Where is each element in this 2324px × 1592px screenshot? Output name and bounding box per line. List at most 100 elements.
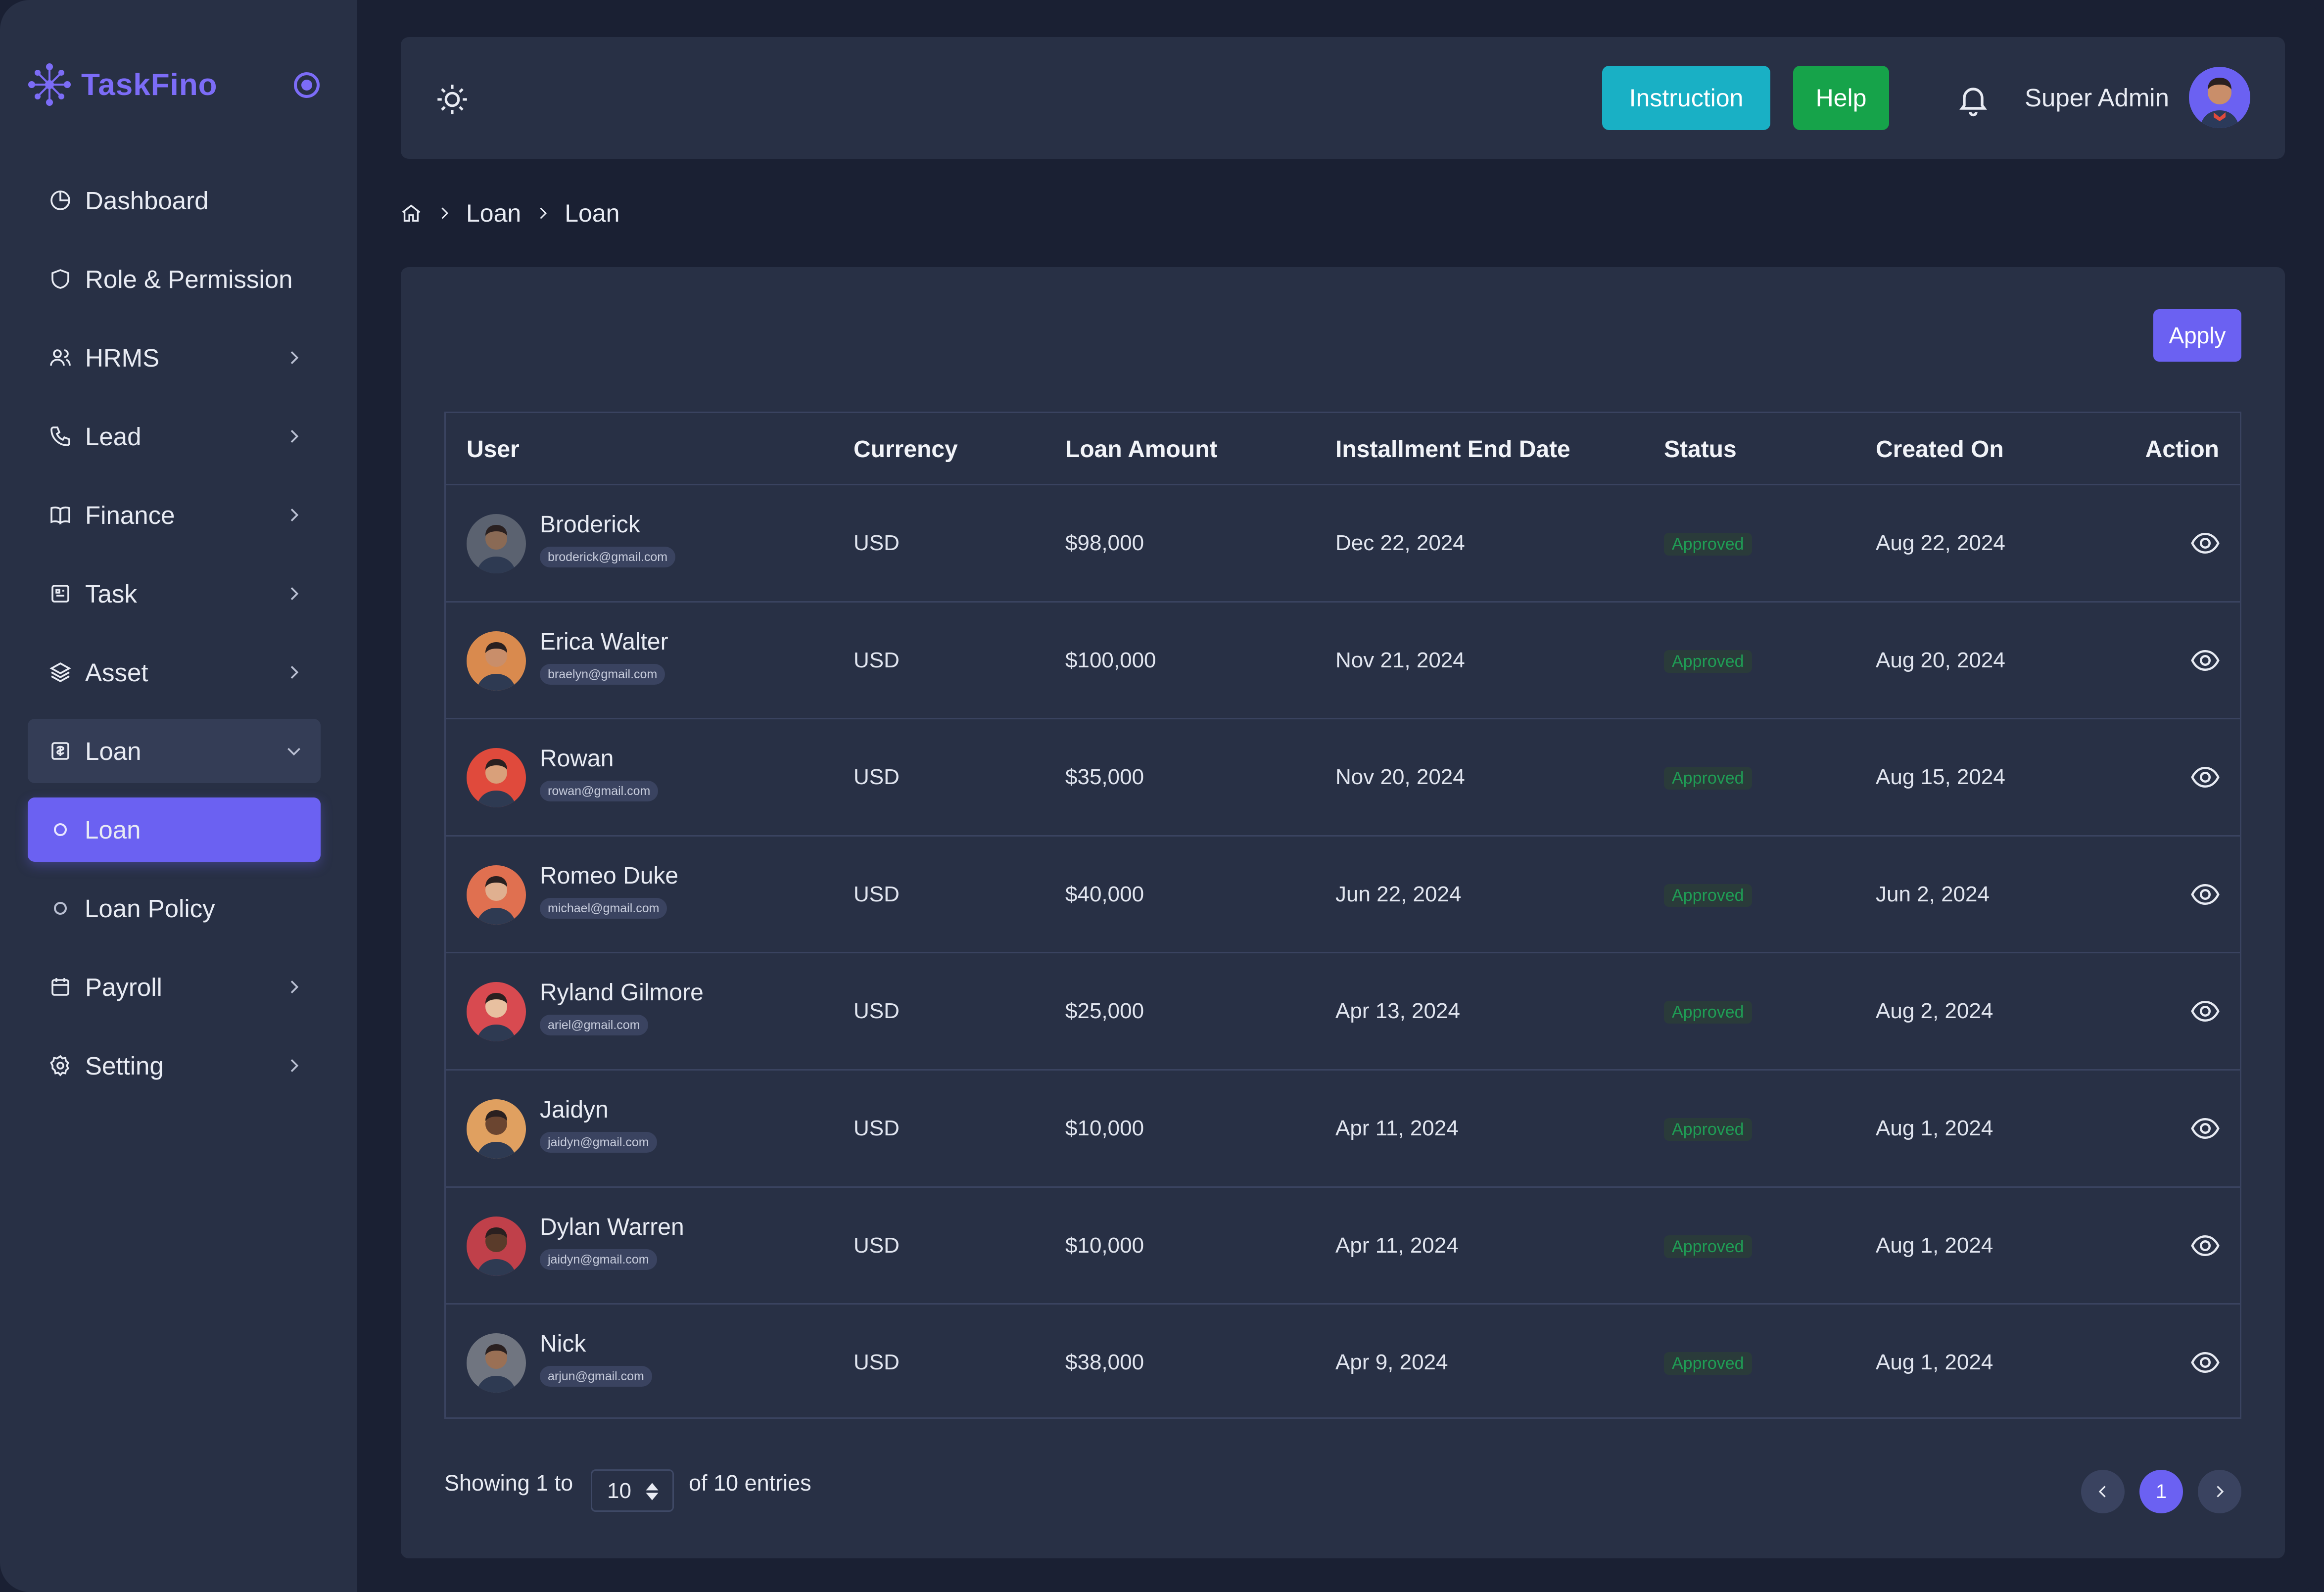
header-created-on: Created On [1876, 436, 2004, 463]
table-row: Jaidyn jaidyn@gmail.com USD $10,000 Apr 11, … [446, 1071, 2240, 1188]
currency-cell: USD [854, 1350, 900, 1375]
status-badge: Approved [1664, 767, 1752, 790]
chevron-right-icon [290, 587, 299, 600]
loan-amount-cell: $10,000 [1065, 1116, 1144, 1140]
sidebar-item-dashboard[interactable]: Dashboard [28, 168, 321, 233]
brand[interactable]: TaskFino [25, 57, 218, 112]
status-badge: Approved [1664, 533, 1752, 556]
sidebar-item-role-permission[interactable]: Role & Permission [28, 247, 321, 311]
table-row: Ryland Gilmore ariel@gmail.com USD $25,000 A… [446, 953, 2240, 1071]
book-icon [50, 506, 70, 525]
table-header: User Currency Loan Amount Installment En… [446, 413, 2240, 485]
table-body: Broderick broderick@gmail.com USD $98,000 De… [446, 485, 2240, 1422]
chevron-right-icon [290, 351, 299, 364]
installment-end-cell: Jun 22, 2024 [1335, 882, 1462, 906]
created-on-cell: Aug 1, 2024 [1876, 1350, 1993, 1375]
sidebar: TaskFino Dashboard Role & Permission HRM… [0, 0, 357, 1592]
currency-cell: USD [854, 765, 900, 790]
sun-icon[interactable] [435, 83, 469, 116]
chevron-right-icon [540, 207, 547, 219]
eye-icon[interactable] [2190, 531, 2220, 556]
sidebar-item-hrms[interactable]: HRMS [28, 326, 321, 390]
loan-amount-cell: $100,000 [1065, 648, 1156, 672]
user-name: Erica Walter [540, 628, 668, 655]
eye-icon[interactable] [2190, 1233, 2220, 1258]
user-name: Ryland Gilmore [540, 980, 704, 1006]
chevron-right-icon [290, 666, 299, 679]
user-email: jaidyn@gmail.com [540, 1249, 657, 1270]
sidebar-item-finance[interactable]: Finance [28, 483, 321, 547]
installment-end-cell: Nov 20, 2024 [1335, 765, 1465, 790]
created-on-cell: Aug 1, 2024 [1876, 1116, 1993, 1140]
status-badge: Approved [1664, 1352, 1752, 1375]
installment-end-cell: Apr 11, 2024 [1335, 1116, 1459, 1140]
next-page-button[interactable] [2198, 1470, 2241, 1513]
user-avatar [467, 982, 526, 1042]
currency-cell: USD [854, 648, 900, 672]
status-badge: Approved [1664, 1001, 1752, 1024]
eye-icon[interactable] [2190, 765, 2220, 790]
user-avatar [467, 1216, 526, 1276]
currency-cell: USD [854, 1116, 900, 1140]
user-email: broderick@gmail.com [540, 547, 676, 567]
table-row: Broderick broderick@gmail.com USD $98,000 De… [446, 485, 2240, 603]
user-email: ariel@gmail.com [540, 1015, 648, 1036]
help-button[interactable]: Help [1793, 66, 1889, 130]
app-window: TaskFino Dashboard Role & Permission HRM… [0, 0, 2324, 1592]
home-icon[interactable] [400, 202, 423, 225]
sidebar-item-label: Lead [85, 422, 142, 451]
sidebar-item-payroll[interactable]: Payroll [28, 955, 321, 1019]
currency-cell: USD [854, 531, 900, 555]
user-email: jaidyn@gmail.com [540, 1131, 657, 1153]
user-name: Jaidyn [540, 1096, 609, 1123]
user-avatar [467, 631, 526, 691]
sidebar-item-asset[interactable]: Asset [28, 640, 321, 704]
avatar[interactable] [2189, 67, 2250, 128]
sidebar-subitem-loan-policy[interactable]: Loan Policy [28, 876, 321, 940]
loan-amount-cell: $98,000 [1065, 531, 1144, 555]
header-installment-end-date: Installment End Date [1335, 436, 1570, 463]
eye-icon[interactable] [2190, 1350, 2220, 1375]
chevron-right-icon [290, 1059, 299, 1072]
eye-icon[interactable] [2190, 999, 2220, 1024]
showing-suffix: of 10 entries [689, 1470, 811, 1496]
sidebar-item-loan[interactable]: Loan [28, 719, 321, 783]
created-on-cell: Aug 22, 2024 [1876, 531, 2005, 555]
breadcrumb-item-loan[interactable]: Loan [466, 199, 521, 228]
bullet-icon [54, 823, 67, 836]
per-page-select[interactable]: 10 [591, 1469, 674, 1512]
user-name: Dylan Warren [540, 1214, 684, 1240]
loan-table: User Currency Loan Amount Installment En… [444, 412, 2241, 1419]
status-badge: Approved [1664, 884, 1752, 907]
user-name[interactable]: Super Admin [2025, 83, 2169, 112]
chevron-right-icon [290, 509, 299, 521]
sidebar-item-task[interactable]: Task [28, 562, 321, 626]
apply-button[interactable]: Apply [2153, 309, 2241, 362]
prev-page-button[interactable] [2081, 1470, 2125, 1513]
topbar: Instruction Help Super Admin [401, 37, 2285, 159]
bell-icon[interactable] [1955, 82, 1991, 117]
sidebar-collapse-icon[interactable] [291, 69, 323, 101]
chevron-right-icon [2217, 1486, 2224, 1498]
sidebar-nav: Dashboard Role & Permission HRMS Lead Fi… [28, 168, 321, 1112]
loan-amount-cell: $25,000 [1065, 999, 1144, 1024]
eye-icon[interactable] [2190, 882, 2220, 907]
user-name: Broderick [540, 512, 640, 538]
user-email: michael@gmail.com [540, 897, 667, 919]
header-loan-amount: Loan Amount [1065, 436, 1218, 463]
user-email: rowan@gmail.com [540, 781, 659, 802]
sort-arrows-icon [646, 1483, 659, 1500]
sidebar-subitem-loan[interactable]: Loan [28, 797, 321, 862]
user-name: Rowan [540, 746, 614, 772]
sidebar-item-label: Loan [85, 737, 142, 765]
page-button-current[interactable]: 1 [2139, 1470, 2183, 1513]
sidebar-item-setting[interactable]: Setting [28, 1033, 321, 1098]
eye-icon[interactable] [2190, 1116, 2220, 1141]
eye-icon[interactable] [2190, 648, 2220, 673]
loan-amount-cell: $40,000 [1065, 882, 1144, 906]
sidebar-item-lead[interactable]: Lead [28, 404, 321, 468]
layers-icon [49, 662, 71, 683]
gear-icon [50, 1055, 70, 1077]
instruction-button[interactable]: Instruction [1602, 66, 1770, 130]
sidebar-item-label: Task [85, 579, 137, 608]
